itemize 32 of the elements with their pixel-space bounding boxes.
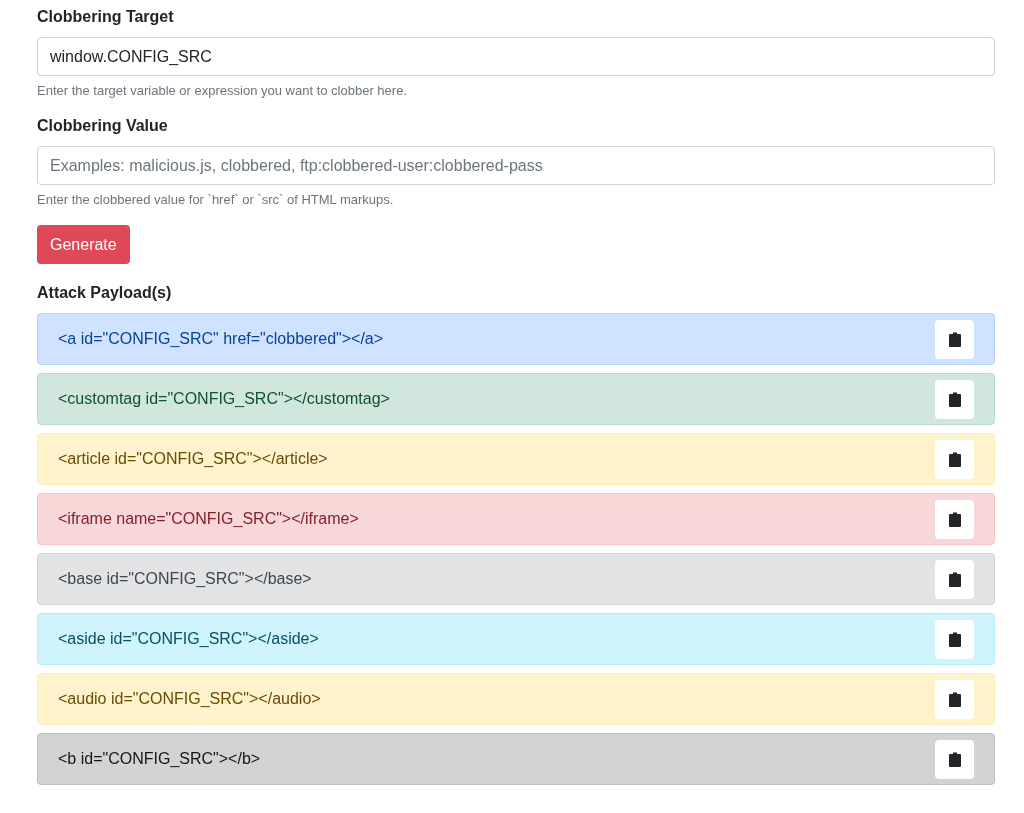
- clipboard-icon: [948, 451, 961, 467]
- copy-button[interactable]: [935, 739, 974, 779]
- generate-button[interactable]: Generate: [37, 225, 130, 264]
- payload-text: <article id="CONFIG_SRC"></article>: [58, 450, 328, 468]
- clipboard-icon: [948, 691, 961, 707]
- payload-text: <aside id="CONFIG_SRC"></aside>: [58, 630, 319, 648]
- help-text: Enter the clobbered value for `href` or `src` of HTML markups.: [37, 192, 395, 207]
- value-input[interactable]: Examples: malicious.js, clobbered, ftp:clobbered-user:clobbered-pass: [37, 146, 995, 185]
- copy-button[interactable]: [935, 619, 974, 659]
- field-label: Clobbering Value: [37, 117, 169, 135]
- payload-text: <b id="CONFIG_SRC"></b>: [58, 750, 261, 768]
- payload-text: <audio id="CONFIG_SRC"></audio>: [58, 690, 321, 708]
- payload-text: <iframe name="CONFIG_SRC"></iframe>: [58, 510, 359, 528]
- copy-button[interactable]: [935, 439, 974, 479]
- payload-text: <a id="CONFIG_SRC" href="clobbered"></a>: [58, 330, 384, 348]
- copy-button[interactable]: [935, 379, 974, 419]
- copy-button[interactable]: [935, 679, 974, 719]
- copy-button[interactable]: [935, 559, 974, 599]
- field-label: Clobbering Target: [37, 8, 175, 26]
- clipboard-icon: [948, 571, 961, 587]
- payload-text: <customtag id="CONFIG_SRC"></customtag>: [58, 390, 390, 408]
- section-title: Attack Payload(s): [37, 284, 173, 302]
- payload-text: <base id="CONFIG_SRC"></base>: [58, 570, 312, 588]
- clipboard-icon: [948, 631, 961, 647]
- copy-button[interactable]: [935, 319, 974, 359]
- copy-button[interactable]: [935, 499, 974, 539]
- help-text: Enter the target variable or expression you want to clobber here.: [37, 83, 408, 98]
- target-input[interactable]: window.CONFIG_SRC: [37, 37, 995, 76]
- clipboard-icon: [948, 751, 961, 767]
- clipboard-icon: [948, 331, 961, 347]
- clipboard-icon: [948, 511, 961, 527]
- clipboard-icon: [948, 391, 961, 407]
